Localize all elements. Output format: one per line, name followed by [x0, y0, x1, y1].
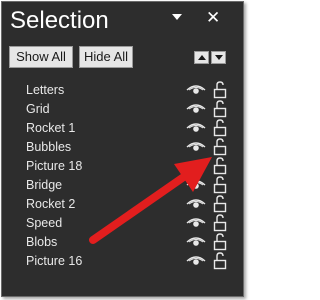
annotation-arrow	[89, 157, 212, 244]
selection-pane: Selection ✕ Show All Hide All Letters Gri…	[1, 1, 244, 297]
